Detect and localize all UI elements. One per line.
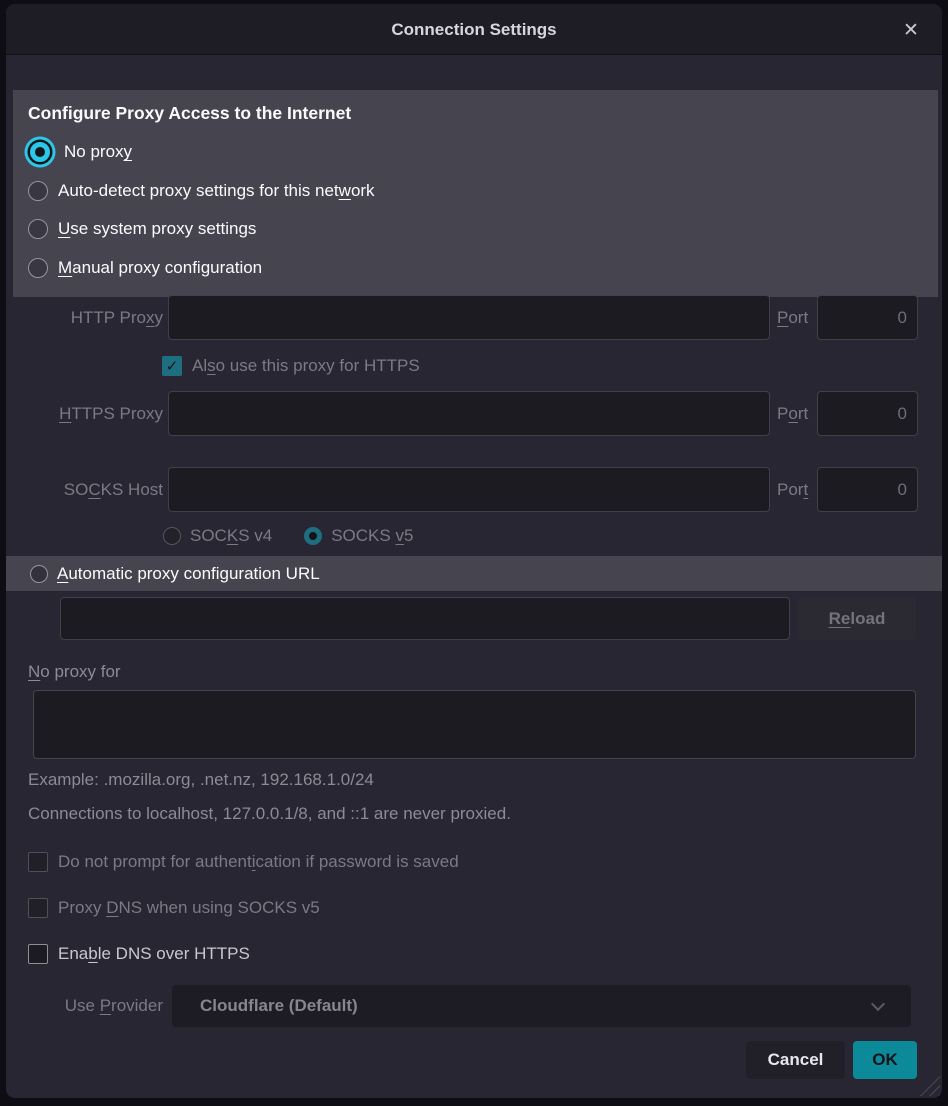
radio-manual-proxy-label: Manual proxy configuration xyxy=(58,258,262,278)
http-proxy-row: HTTP Proxy Port xyxy=(20,295,928,340)
http-proxy-label: HTTP Proxy xyxy=(20,308,163,328)
enable-doh-label: Enable DNS over HTTPS xyxy=(58,944,250,964)
use-provider-label: Use Provider xyxy=(20,996,163,1016)
radio-auto-detect[interactable]: Auto-detect proxy settings for this netw… xyxy=(28,172,938,211)
radio-system-proxy-label: Use system proxy settings xyxy=(58,219,256,239)
radio-no-proxy[interactable]: No proxy xyxy=(28,133,938,172)
http-port-label: Port xyxy=(777,308,815,328)
socks-host-input xyxy=(168,467,770,512)
reload-button: Reload xyxy=(798,597,916,640)
no-prompt-label: Do not prompt for authentication if pass… xyxy=(58,852,459,872)
doh-provider-value: Cloudflare (Default) xyxy=(200,996,358,1016)
no-proxy-for-textarea xyxy=(33,690,916,759)
radio-icon[interactable] xyxy=(28,258,48,278)
cancel-button[interactable]: Cancel xyxy=(746,1041,845,1079)
radio-auto-detect-label: Auto-detect proxy settings for this netw… xyxy=(58,181,375,201)
radio-socks-v5-icon xyxy=(304,527,322,545)
section-heading: Configure Proxy Access to the Internet xyxy=(28,103,938,124)
radio-socks-v4-icon xyxy=(163,527,181,545)
also-https-checkbox-row: ✓ Also use this proxy for HTTPS xyxy=(162,354,420,378)
close-icon[interactable]: ✕ xyxy=(896,15,926,45)
socks-host-label: SOCKS Host xyxy=(20,480,163,500)
radio-manual-proxy[interactable]: Manual proxy configuration xyxy=(28,249,938,288)
socks-port-label: Port xyxy=(777,480,815,500)
no-prompt-checkbox-row: Do not prompt for authentication if pass… xyxy=(28,850,459,874)
socks-v5-label: SOCKS v5 xyxy=(331,526,413,546)
radio-system-proxy[interactable]: Use system proxy settings xyxy=(28,210,938,249)
no-proxy-note-text: Connections to localhost, 127.0.0.1/8, a… xyxy=(28,803,511,825)
socks-host-row: SOCKS Host Port xyxy=(20,467,928,512)
resize-grip[interactable] xyxy=(916,1072,940,1096)
proxy-dns-label: Proxy DNS when using SOCKS v5 xyxy=(58,898,320,918)
checkbox-icon[interactable] xyxy=(28,944,48,964)
dialog-titlebar: Connection Settings ✕ xyxy=(6,4,942,55)
auto-url-label: Automatic proxy configuration URL xyxy=(57,564,320,584)
http-proxy-input xyxy=(168,295,770,340)
checkbox-icon xyxy=(28,898,48,918)
chevron-down-icon xyxy=(871,997,885,1011)
http-port-input xyxy=(817,295,918,340)
https-port-input xyxy=(817,391,918,436)
ok-button[interactable]: OK xyxy=(853,1041,917,1079)
auto-url-input xyxy=(60,597,790,640)
https-proxy-input xyxy=(168,391,770,436)
enable-doh-checkbox-row[interactable]: Enable DNS over HTTPS xyxy=(28,942,250,966)
no-proxy-example-text: Example: .mozilla.org, .net.nz, 192.168.… xyxy=(28,769,374,791)
dialog-surface: Connection Settings ✕ Configure Proxy Ac… xyxy=(6,4,942,1098)
radio-icon[interactable] xyxy=(28,181,48,201)
proxy-dns-checkbox-row: Proxy DNS when using SOCKS v5 xyxy=(28,896,320,920)
also-https-label: Also use this proxy for HTTPS xyxy=(192,356,420,376)
radio-selected-icon[interactable] xyxy=(30,142,50,162)
no-proxy-for-label: No proxy for xyxy=(28,661,121,683)
radio-no-proxy-label: No proxy xyxy=(64,142,132,162)
dialog-title: Connection Settings xyxy=(6,4,942,55)
socks-v4-label: SOCKS v4 xyxy=(190,526,272,546)
doh-provider-select: Cloudflare (Default) xyxy=(172,985,911,1027)
https-port-label: Port xyxy=(777,404,815,424)
https-proxy-label: HTTPS Proxy xyxy=(20,404,163,424)
proxy-mode-panel: Configure Proxy Access to the Internet N… xyxy=(13,90,938,297)
connection-settings-dialog: Connection Settings ✕ Configure Proxy Ac… xyxy=(0,0,948,1106)
socks-port-input xyxy=(817,467,918,512)
radio-auto-url-row[interactable]: Automatic proxy configuration URL xyxy=(6,556,942,591)
https-proxy-row: HTTPS Proxy Port xyxy=(20,391,928,436)
doh-provider-row: Use Provider xyxy=(20,985,163,1027)
radio-icon[interactable] xyxy=(28,219,48,239)
checkbox-checked-icon: ✓ xyxy=(162,356,182,376)
socks-version-row: SOCKS v4 SOCKS v5 xyxy=(163,522,413,550)
radio-icon[interactable] xyxy=(30,565,48,583)
checkbox-icon xyxy=(28,852,48,872)
